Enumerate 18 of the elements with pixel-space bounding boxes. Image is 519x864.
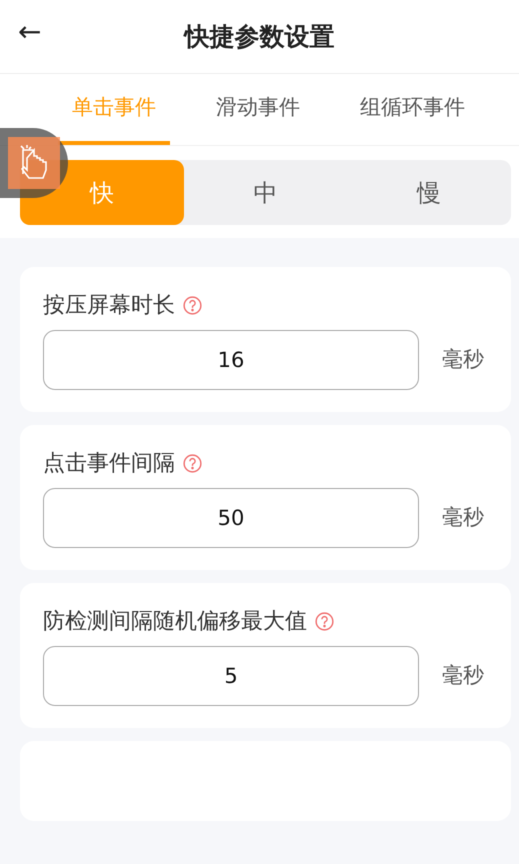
unit-label: 毫秒 [442, 346, 484, 374]
speed-option[interactable]: 慢 [347, 160, 512, 225]
event-tab[interactable]: 组循环事件 [346, 74, 479, 145]
help-icon[interactable] [315, 612, 334, 631]
help-icon[interactable] [183, 296, 202, 315]
setting-label: 按压屏幕时长 [43, 292, 175, 320]
event-tab[interactable]: 滑动事件 [202, 74, 314, 145]
unit-label: 毫秒 [442, 504, 484, 532]
speed-option[interactable]: 中 [184, 160, 348, 225]
input-field[interactable]: 5 [43, 646, 419, 706]
input-field[interactable]: 16 [43, 330, 419, 390]
setting-label: 点击事件间隔 [43, 450, 175, 478]
setting-label: 防检测间隔随机偏移最大值 [43, 608, 307, 636]
page-title: 快捷参数设置 [184, 20, 334, 53]
help-icon[interactable] [183, 454, 202, 473]
back-button[interactable]: ← [18, 18, 42, 46]
input-field[interactable]: 50 [43, 488, 419, 548]
unit-label: 毫秒 [442, 662, 484, 690]
